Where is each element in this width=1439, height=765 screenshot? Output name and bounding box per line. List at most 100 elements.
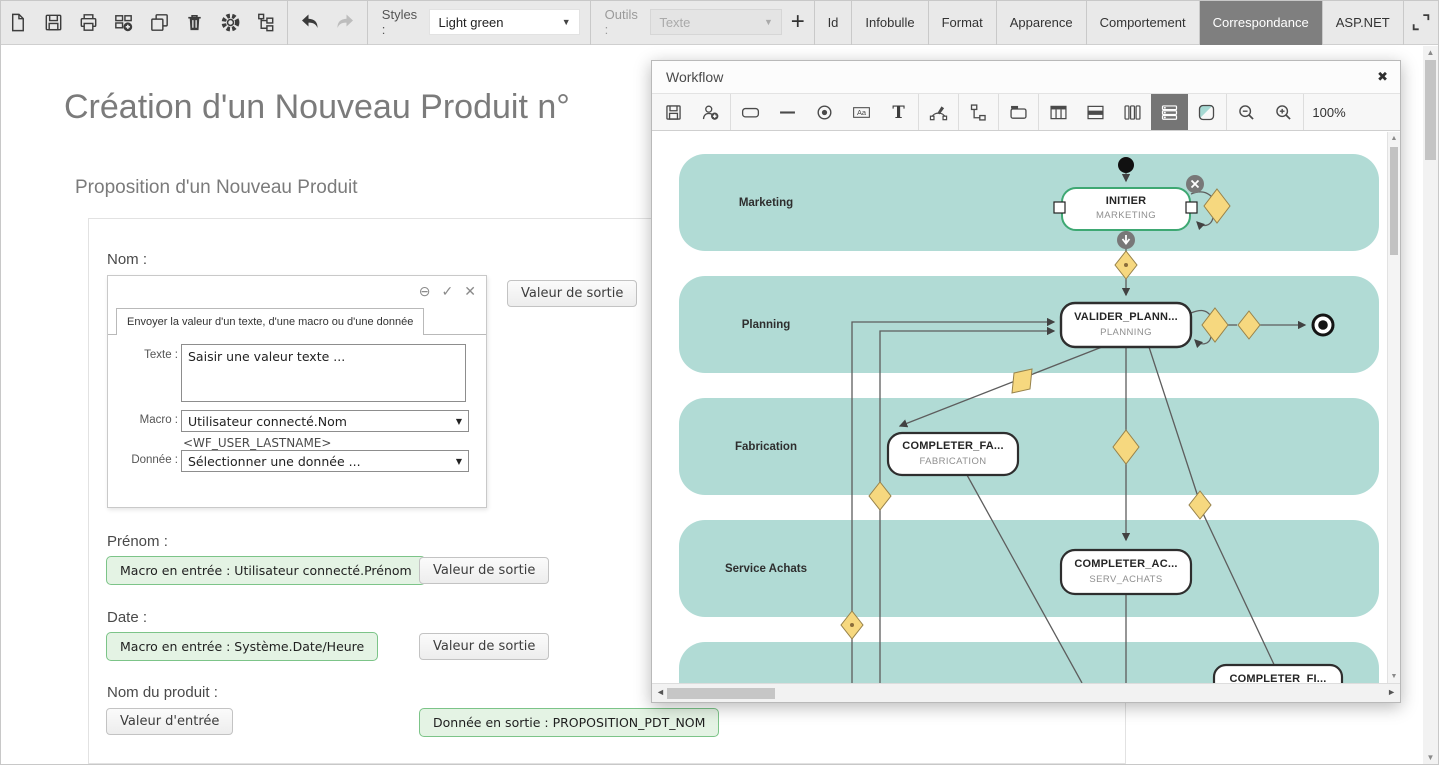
node-subtitle: PLANNING bbox=[1100, 327, 1152, 338]
wf-columns-icon[interactable] bbox=[1114, 94, 1151, 130]
nom-output-button[interactable]: Valeur de sortie bbox=[507, 280, 638, 307]
outils-select[interactable]: Texte ▼ bbox=[650, 9, 782, 35]
wf-text-icon[interactable]: T bbox=[880, 94, 917, 130]
node-completer-fabrication[interactable]: COMPLETER_FA... FABRICATION bbox=[886, 431, 1020, 477]
settings-icon[interactable] bbox=[212, 0, 247, 45]
tab-format[interactable]: Format bbox=[927, 0, 996, 45]
chevron-down-icon: ▼ bbox=[455, 416, 462, 426]
tab-infobulle[interactable]: Infobulle bbox=[851, 0, 927, 45]
node-completer-fi[interactable]: COMPLETER_FI... bbox=[1212, 663, 1344, 683]
popup-tab[interactable]: Envoyer la valeur d'un texte, d'une macr… bbox=[116, 308, 425, 335]
styles-select[interactable]: Light green ▼ bbox=[429, 9, 580, 35]
wf-table-rows-icon[interactable] bbox=[1077, 94, 1114, 130]
expand-icon[interactable] bbox=[1404, 0, 1439, 45]
wf-lanes-icon[interactable] bbox=[1151, 94, 1188, 130]
donnee-select-value: Sélectionner une donnée ... bbox=[188, 453, 361, 469]
gateway-diamond[interactable] bbox=[1188, 490, 1212, 520]
svg-text:T: T bbox=[892, 102, 905, 122]
close-icon[interactable]: ✖ bbox=[1377, 69, 1388, 85]
donnee-select[interactable]: Sélectionner une donnée ... ▼ bbox=[181, 450, 469, 472]
zoom-out-icon[interactable] bbox=[1228, 94, 1265, 130]
swimlanes: Marketing Planning Fabrication Service A… bbox=[679, 154, 1379, 683]
workflow-panel-header[interactable]: Workflow ✖ bbox=[652, 61, 1400, 94]
section-title: Proposition d'un Nouveau Produit bbox=[75, 177, 358, 198]
scroll-right-icon[interactable]: ► bbox=[1387, 687, 1396, 697]
node-subtitle: MARKETING bbox=[1096, 210, 1156, 221]
wf-theme-icon[interactable] bbox=[1188, 94, 1225, 130]
workflow-diagram: Marketing Planning Fabrication Service A… bbox=[679, 154, 1379, 683]
duplicate-icon[interactable] bbox=[142, 0, 177, 45]
wf-table-columns-icon[interactable] bbox=[1040, 94, 1077, 130]
zoom-in-icon[interactable] bbox=[1265, 94, 1302, 130]
scrollbar-thumb[interactable] bbox=[667, 688, 775, 699]
wf-add-actor-icon[interactable] bbox=[692, 94, 729, 130]
prenom-output-button[interactable]: Valeur de sortie bbox=[419, 557, 550, 584]
undo-icon[interactable] bbox=[292, 0, 327, 45]
wf-rectangle-icon[interactable] bbox=[732, 94, 769, 130]
tab-comportement[interactable]: Comportement bbox=[1085, 0, 1199, 45]
scroll-up-icon[interactable]: ▲ bbox=[1423, 48, 1438, 57]
node-subtitle: FABRICATION bbox=[919, 456, 986, 467]
toolbar-separator bbox=[918, 94, 919, 130]
chevron-down-icon: ▼ bbox=[763, 17, 773, 27]
connection-handle[interactable] bbox=[1185, 201, 1198, 214]
wf-label-icon[interactable]: Aa bbox=[843, 94, 880, 130]
scroll-up-icon[interactable]: ▲ bbox=[1388, 135, 1400, 142]
texte-input[interactable]: Saisir une valeur texte ... bbox=[181, 344, 466, 402]
wf-end-node-icon[interactable] bbox=[806, 94, 843, 130]
start-node[interactable] bbox=[1118, 157, 1134, 173]
value-editor-popup: ⊖ ✓ ✕ Envoyer la valeur d'un texte, d'un… bbox=[107, 275, 487, 508]
add-fields-icon[interactable] bbox=[106, 0, 141, 45]
workflow-panel-title: Workflow bbox=[666, 69, 724, 85]
wf-phase-icon[interactable] bbox=[1000, 94, 1037, 130]
gateway-parallelogram[interactable] bbox=[1011, 368, 1033, 394]
nom-label: Nom : bbox=[107, 251, 148, 268]
close-icon[interactable]: ✕ bbox=[464, 280, 476, 302]
date-label: Date : bbox=[107, 609, 148, 626]
confirm-icon[interactable]: ✓ bbox=[442, 280, 454, 302]
scrollbar-thumb[interactable] bbox=[1390, 147, 1398, 255]
scroll-left-icon[interactable]: ◄ bbox=[656, 687, 665, 697]
scroll-down-icon[interactable]: ▼ bbox=[1388, 673, 1400, 680]
workflow-panel: Workflow ✖ Aa T 100% Marketing Planning … bbox=[651, 60, 1401, 703]
date-input-badge[interactable]: Macro en entrée : Système.Date/Heure bbox=[106, 632, 379, 661]
toolbar-separator bbox=[366, 0, 368, 45]
main-toolbar: Styles : Light green ▼ Outils : Texte ▼ … bbox=[0, 0, 1439, 45]
node-completer-achats[interactable]: COMPLETER_AC... SERV_ACHATS bbox=[1059, 548, 1193, 596]
tab-correspondance[interactable]: Correspondance bbox=[1198, 0, 1322, 45]
add-tool-button[interactable]: + bbox=[782, 8, 814, 36]
tab-apparence[interactable]: Apparence bbox=[995, 0, 1086, 45]
tab-aspnet[interactable]: ASP.NET bbox=[1321, 0, 1404, 45]
macro-select[interactable]: Utilisateur connecté.Nom ▼ bbox=[181, 410, 469, 432]
print-icon[interactable] bbox=[71, 0, 106, 45]
wf-save-icon[interactable] bbox=[655, 94, 692, 130]
node-valider-planning[interactable]: VALIDER_PLANN... PLANNING bbox=[1059, 301, 1193, 349]
page-scrollbar[interactable]: ▲ ▼ bbox=[1423, 46, 1438, 764]
redo-icon[interactable] bbox=[327, 0, 362, 45]
produit-input-button[interactable]: Valeur d'entrée bbox=[106, 708, 234, 735]
prenom-input-badge[interactable]: Macro en entrée : Utilisateur connecté.P… bbox=[106, 556, 426, 585]
donnee-label: Donnée : bbox=[131, 454, 178, 466]
date-output-button[interactable]: Valeur de sortie bbox=[419, 633, 550, 660]
workflow-canvas[interactable]: Marketing Planning Fabrication Service A… bbox=[652, 132, 1400, 683]
delete-icon[interactable] bbox=[177, 0, 212, 45]
node-title: INITIER bbox=[1106, 195, 1147, 207]
wf-line-icon[interactable] bbox=[769, 94, 806, 130]
outils-select-value: Texte bbox=[659, 14, 691, 30]
wf-flow-icon[interactable] bbox=[960, 94, 997, 130]
wf-pen-icon[interactable] bbox=[920, 94, 957, 130]
lane-label: Marketing bbox=[739, 197, 793, 209]
tree-view-icon[interactable] bbox=[248, 0, 283, 45]
toolbar-separator bbox=[958, 94, 959, 130]
tab-id[interactable]: Id bbox=[813, 0, 852, 45]
page-scrollbar-thumb[interactable] bbox=[1425, 60, 1436, 160]
workflow-horizontal-scrollbar[interactable]: ◄ ► bbox=[652, 683, 1400, 702]
scroll-down-icon[interactable]: ▼ bbox=[1423, 753, 1438, 762]
end-node[interactable] bbox=[1311, 313, 1335, 337]
save-icon[interactable] bbox=[35, 0, 70, 45]
new-document-icon[interactable] bbox=[0, 0, 35, 45]
workflow-vertical-scrollbar[interactable]: ▲ ▼ bbox=[1387, 132, 1400, 683]
collapse-icon[interactable]: ⊖ bbox=[419, 280, 431, 302]
produit-output-badge[interactable]: Donnée en sortie : PROPOSITION_PDT_NOM bbox=[419, 708, 720, 737]
connection-handle[interactable] bbox=[1053, 201, 1066, 214]
